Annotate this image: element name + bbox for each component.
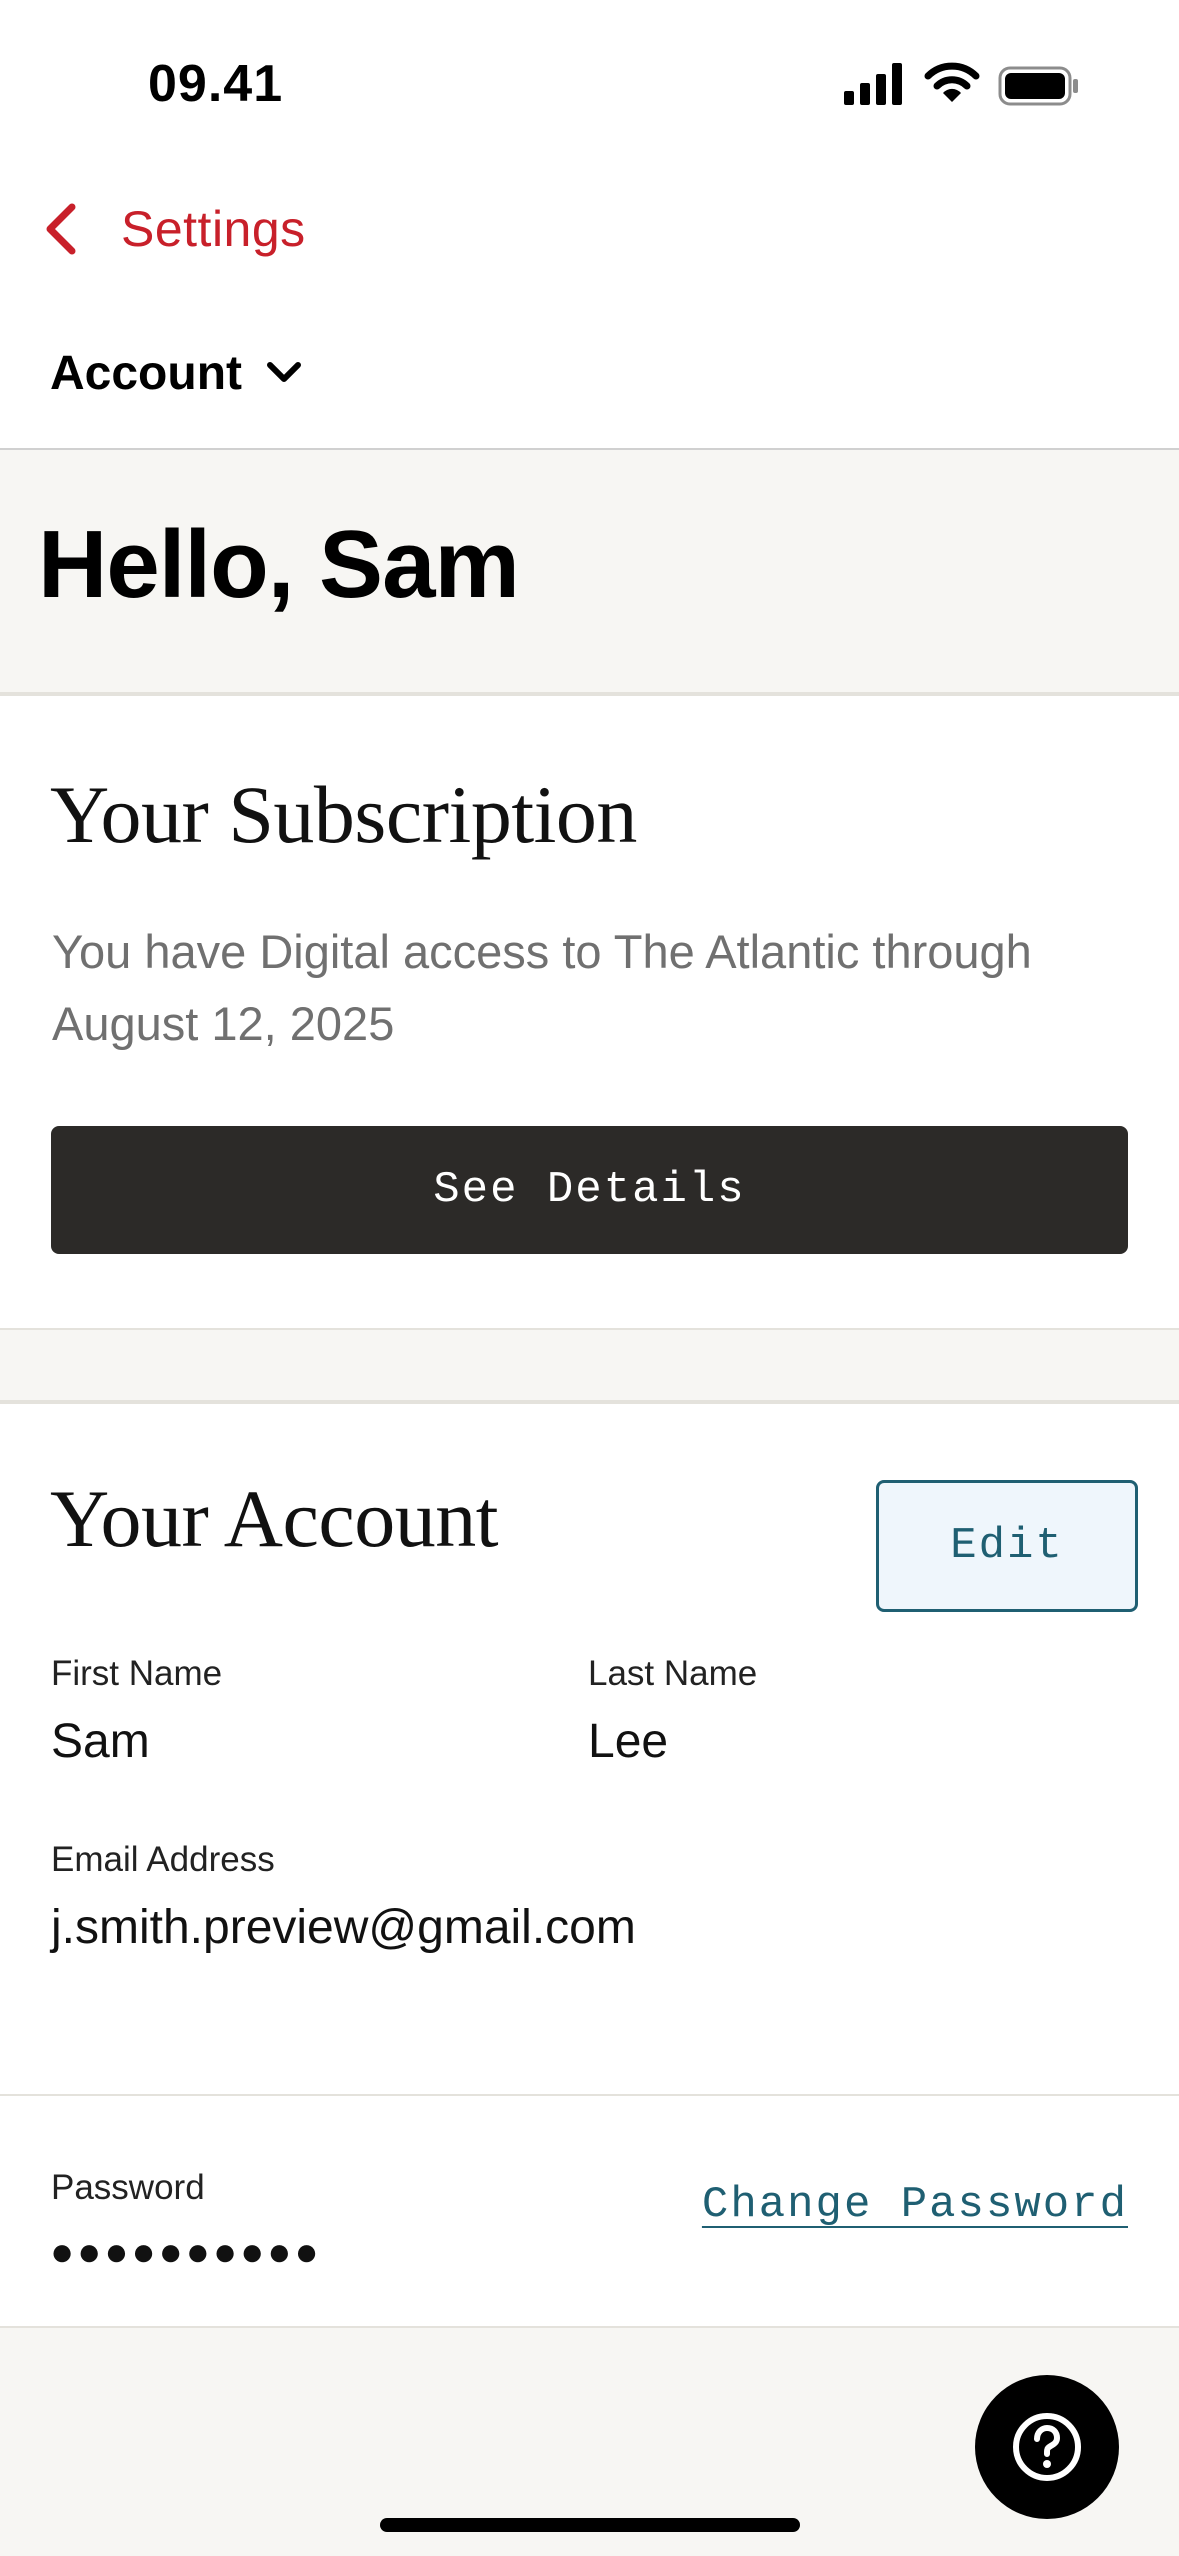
status-bar: 09.41: [0, 0, 1179, 175]
back-button[interactable]: Settings: [38, 196, 306, 262]
edit-account-button[interactable]: Edit: [876, 1480, 1138, 1612]
change-password-link[interactable]: Change Password: [702, 2180, 1128, 2230]
signal-icon: [844, 63, 902, 105]
password-mask: ●●●●●●●●●●: [50, 2230, 322, 2274]
status-time: 09.41: [148, 55, 284, 113]
battery-icon: [998, 66, 1078, 106]
account-card: Your Account Edit First Name Sam Last Na…: [0, 1400, 1179, 2328]
back-chevron-icon: [46, 203, 76, 255]
first-name-label: First Name: [51, 1654, 223, 1693]
home-indicator: [380, 2518, 800, 2532]
subscription-card: Your Subscription You have Digital acces…: [0, 692, 1179, 1330]
header-divider: [0, 448, 1179, 450]
help-icon: [1013, 2413, 1081, 2481]
first-name-value: Sam: [51, 1715, 150, 1768]
account-section-dropdown[interactable]: Account: [50, 338, 304, 408]
see-details-button[interactable]: See Details: [51, 1126, 1128, 1254]
back-button-label: Settings: [121, 201, 306, 257]
chevron-down-icon: [267, 362, 301, 382]
last-name-label: Last Name: [588, 1654, 758, 1693]
section-selector-label: Account: [50, 346, 242, 400]
email-label: Email Address: [51, 1840, 275, 1879]
password-label: Password: [51, 2168, 205, 2207]
account-divider: [0, 2094, 1179, 2096]
help-button[interactable]: [975, 2375, 1119, 2519]
last-name-value: Lee: [588, 1715, 669, 1768]
subscription-description: You have Digital access to The Atlantic …: [52, 925, 1032, 1050]
subscription-title: Your Subscription: [50, 769, 637, 860]
greeting-heading: Hello, Sam: [38, 511, 520, 618]
account-title: Your Account: [50, 1473, 499, 1564]
email-value: j.smith.preview@gmail.com: [51, 1901, 636, 1954]
wifi-icon: [924, 62, 980, 102]
